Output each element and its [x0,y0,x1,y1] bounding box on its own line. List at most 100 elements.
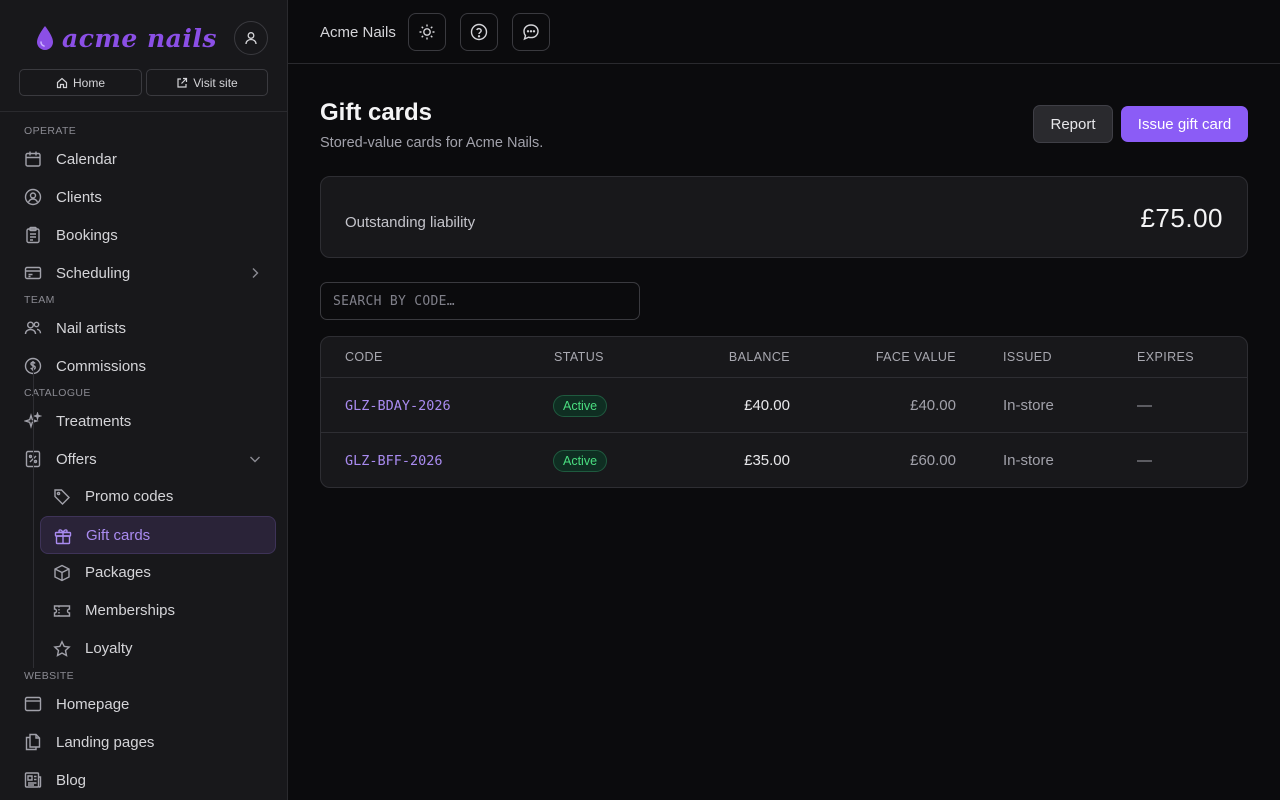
submenu-rail [33,368,34,668]
sidebar-item-loyalty[interactable]: Loyalty [40,630,276,668]
liability-card: Outstanding liability £75.00 [320,176,1248,258]
chevron-down-icon [250,456,260,463]
sidebar-item-label: Loyalty [85,640,133,657]
sidebar-item-label: Memberships [85,602,176,619]
sidebar-item-label: Gift cards [86,527,151,544]
sidebar-item-offers[interactable]: Offers [12,441,276,477]
files-icon [25,733,41,751]
issued-value: In-store [1003,452,1054,469]
sidebar-item-label: Landing pages [56,733,155,751]
nail-drop-icon [37,26,53,50]
sidebar-item-homepage[interactable]: Homepage [12,686,276,722]
sidebar-item-label: Commissions [56,357,147,375]
user-icon [245,32,257,45]
section-label-website: WEBSITE [24,670,75,682]
sidebar-item-label: Bookings [56,226,118,244]
sidebar-item-promo-codes[interactable]: Promo codes [40,478,276,516]
visit-site-label: Visit site [193,75,238,90]
column-header-code[interactable]: CODE [345,350,383,364]
sidebar-item-label: Promo codes [85,488,174,505]
sidebar-item-label: Offers [56,450,97,468]
chevron-right-icon [252,268,259,278]
column-header-issued[interactable]: ISSUED [1003,350,1052,364]
top-bar: Acme Nails [288,0,1280,64]
sidebar-item-calendar[interactable]: Calendar [12,141,276,177]
help-circle-icon [470,23,488,41]
sun-icon [419,24,435,40]
page-title: Gift cards [320,99,433,126]
sidebar-item-blog[interactable]: Blog [12,762,276,798]
report-button[interactable]: Report [1033,105,1113,143]
clipboard-icon [26,226,40,244]
account-button[interactable] [234,21,268,55]
section-label-operate: OPERATE [24,125,77,137]
sidebar-item-memberships[interactable]: Memberships [40,592,276,630]
browser-window-icon [24,696,42,712]
sidebar-item-label: Calendar [56,150,117,168]
liability-amount: £75.00 [1140,203,1223,233]
issued-value: In-store [1003,397,1054,414]
sidebar-item-landing-pages[interactable]: Landing pages [12,724,276,760]
sidebar-item-bookings[interactable]: Bookings [12,217,276,253]
sidebar-item-label: Nail artists [56,319,127,337]
column-header-balance[interactable]: BALANCE [729,350,790,364]
status-badge: Active [553,395,608,417]
external-link-icon [177,77,188,88]
chat-bubble-icon [523,24,539,41]
sidebar-divider [0,111,287,112]
sidebar-item-commissions[interactable]: Commissions [12,348,276,384]
users-icon [24,321,42,335]
section-label-team: TEAM [24,294,55,306]
section-label-catalogue: CATALOGUE [24,387,91,399]
column-header-status[interactable]: STATUS [554,350,604,364]
expires-value: — [1137,452,1152,469]
gift-card-code-link[interactable]: GLZ-BDAY-2026 [345,398,451,414]
sidebar-item-scheduling[interactable]: Scheduling [12,255,276,291]
newspaper-icon [24,772,42,788]
balance-value: £35.00 [744,452,790,469]
sidebar-item-label: Blog [56,771,87,789]
sidebar: acme nails Home Visit site OPERATE Calen… [0,0,288,800]
visit-site-link[interactable]: Visit site [146,69,268,96]
liability-label: Outstanding liability [345,214,476,231]
column-header-expires[interactable]: EXPIRES [1137,350,1194,364]
search-input[interactable] [320,282,640,320]
sidebar-item-label: Homepage [56,695,130,713]
user-circle-icon [24,188,42,206]
gift-icon [54,529,72,545]
issue-gift-card-button[interactable]: Issue gift card [1121,106,1248,142]
home-link[interactable]: Home [19,69,142,96]
expires-value: — [1137,397,1152,414]
theme-toggle-button[interactable] [408,13,446,51]
status-badge: Active [553,450,608,472]
sidebar-item-clients[interactable]: Clients [12,179,276,215]
face-value: £40.00 [910,397,956,414]
brand-logo[interactable]: acme nails [34,22,217,54]
table-row[interactable]: GLZ-BFF-2026 Active £35.00 £60.00 In-sto… [321,433,1247,487]
sidebar-item-label: Packages [85,564,151,581]
chat-button[interactable] [512,13,550,51]
ticket-icon [53,605,71,617]
star-icon [53,640,71,657]
help-button[interactable] [460,13,498,51]
home-icon [56,77,68,88]
sidebar-item-gift-cards[interactable]: Gift cards [40,516,276,554]
sidebar-item-packages[interactable]: Packages [40,554,276,592]
table-row[interactable]: GLZ-BDAY-2026 Active £40.00 £40.00 In-st… [321,378,1247,433]
business-name: Acme Nails [320,24,396,41]
face-value: £60.00 [910,452,956,469]
home-link-label: Home [72,75,105,90]
sidebar-item-treatments[interactable]: Treatments [12,403,276,439]
gift-cards-table: CODE STATUS BALANCE FACE VALUE ISSUED EX… [320,336,1248,488]
package-icon [54,564,70,582]
gift-card-code-link[interactable]: GLZ-BFF-2026 [345,453,443,469]
brand-name: acme nails [62,23,217,53]
tag-icon [54,489,70,505]
balance-value: £40.00 [744,397,790,414]
sidebar-item-nail-artists[interactable]: Nail artists [12,310,276,346]
page-subtitle: Stored-value cards for Acme Nails. [320,135,544,151]
table-header: CODE STATUS BALANCE FACE VALUE ISSUED EX… [321,337,1247,378]
sidebar-item-label: Clients [56,188,102,206]
column-header-face-value[interactable]: FACE VALUE [876,350,956,364]
schedule-card-icon [24,266,42,280]
